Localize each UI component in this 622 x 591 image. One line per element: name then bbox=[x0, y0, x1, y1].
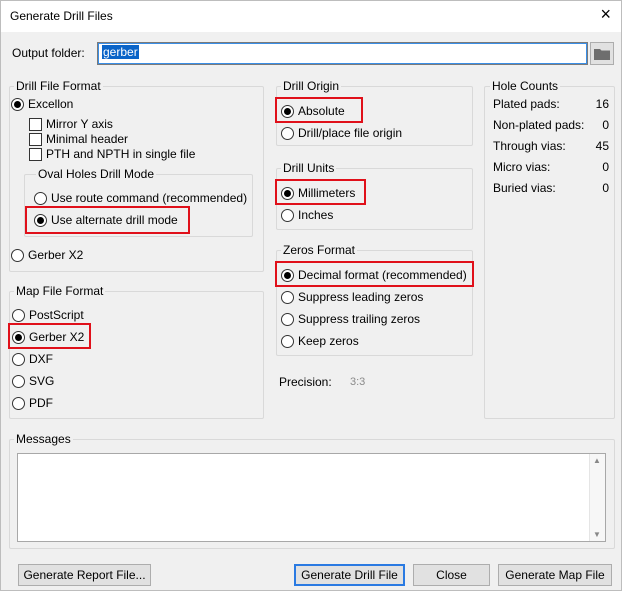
suppress-trailing-label: Suppress trailing zeros bbox=[298, 312, 421, 326]
drill-units-title: Drill Units bbox=[281, 161, 337, 175]
checkbox-box bbox=[29, 117, 42, 131]
annotation-highlight bbox=[25, 206, 190, 234]
radio-dot bbox=[12, 352, 25, 366]
messages-scrollbar[interactable]: ▲ ▼ bbox=[589, 454, 605, 541]
hole-count-row: Non-plated pads: 0 bbox=[493, 118, 609, 132]
map-file-format-title: Map File Format bbox=[14, 284, 106, 298]
radio-dot bbox=[281, 208, 294, 222]
gerber-x2-drill-label: Gerber X2 bbox=[28, 248, 84, 262]
hole-count-row: Through vias: 45 bbox=[493, 139, 609, 153]
generate-drill-files-dialog: Generate Drill Files × Output folder: ge… bbox=[0, 0, 622, 591]
hole-count-row: Micro vias: 0 bbox=[493, 160, 609, 174]
hole-count-row: Plated pads: 16 bbox=[493, 97, 609, 111]
mirror-y-checkbox[interactable]: Mirror Y axis bbox=[29, 117, 113, 131]
minimal-header-checkbox[interactable]: Minimal header bbox=[29, 132, 128, 146]
generate-drill-button[interactable]: Generate Drill File bbox=[294, 564, 405, 586]
radio-dot bbox=[11, 248, 24, 262]
map-dxf-label: DXF bbox=[29, 352, 53, 366]
place-origin-label: Drill/place file origin bbox=[298, 126, 403, 140]
hole-count-label: Plated pads: bbox=[493, 97, 560, 111]
hole-count-value: 0 bbox=[602, 181, 609, 195]
hole-count-value: 0 bbox=[602, 160, 609, 174]
radio-dot bbox=[11, 97, 24, 111]
title-bar: Generate Drill Files × bbox=[1, 1, 621, 32]
hole-count-row: Buried vias: 0 bbox=[493, 181, 609, 195]
annotation-highlight bbox=[8, 323, 91, 349]
scroll-up-icon[interactable]: ▲ bbox=[593, 456, 601, 465]
radio-dot bbox=[281, 312, 294, 326]
pth-npth-label: PTH and NPTH in single file bbox=[46, 147, 196, 161]
scroll-down-icon[interactable]: ▼ bbox=[593, 530, 601, 539]
hole-count-value: 0 bbox=[602, 118, 609, 132]
keep-zeros-label: Keep zeros bbox=[298, 334, 359, 348]
gerber-x2-drill-radio[interactable]: Gerber X2 bbox=[11, 248, 83, 262]
route-command-radio[interactable]: Use route command (recommended) bbox=[34, 191, 247, 205]
map-postscript-label: PostScript bbox=[29, 308, 84, 322]
inches-radio[interactable]: Inches bbox=[281, 208, 333, 222]
output-folder-value: gerber bbox=[102, 45, 139, 59]
close-button[interactable]: Close bbox=[413, 564, 490, 586]
radio-dot bbox=[12, 396, 25, 410]
map-svg-label: SVG bbox=[29, 374, 55, 388]
mirror-y-label: Mirror Y axis bbox=[46, 117, 113, 131]
annotation-highlight bbox=[275, 261, 474, 287]
oval-holes-title: Oval Holes Drill Mode bbox=[36, 167, 157, 181]
map-dxf-radio[interactable]: DXF bbox=[12, 352, 53, 366]
hole-count-value: 45 bbox=[595, 139, 609, 153]
checkbox-box bbox=[29, 147, 42, 161]
hole-counts-title: Hole Counts bbox=[490, 79, 561, 93]
radio-dot bbox=[281, 334, 294, 348]
radio-dot bbox=[281, 290, 294, 304]
folder-icon bbox=[594, 49, 610, 60]
drill-file-format-title: Drill File Format bbox=[14, 79, 103, 93]
close-icon[interactable]: × bbox=[600, 5, 611, 23]
hole-count-label: Through vias: bbox=[493, 139, 566, 153]
hole-count-value: 16 bbox=[595, 97, 609, 111]
place-origin-radio[interactable]: Drill/place file origin bbox=[281, 126, 402, 140]
hole-counts-group bbox=[484, 86, 615, 419]
output-folder-input[interactable]: gerber bbox=[97, 42, 588, 65]
generate-map-button[interactable]: Generate Map File bbox=[498, 564, 612, 586]
window-title: Generate Drill Files bbox=[10, 9, 113, 23]
map-postscript-radio[interactable]: PostScript bbox=[12, 308, 84, 322]
messages-textarea[interactable]: ▲ ▼ bbox=[17, 453, 606, 542]
hole-count-label: Non-plated pads: bbox=[493, 118, 585, 132]
map-pdf-radio[interactable]: PDF bbox=[12, 396, 53, 410]
suppress-trailing-radio[interactable]: Suppress trailing zeros bbox=[281, 312, 420, 326]
radio-dot bbox=[281, 126, 294, 140]
route-command-label: Use route command (recommended) bbox=[51, 191, 248, 205]
drill-origin-title: Drill Origin bbox=[281, 79, 342, 93]
annotation-highlight bbox=[275, 97, 363, 123]
inches-label: Inches bbox=[298, 208, 334, 222]
annotation-highlight bbox=[275, 179, 366, 205]
pth-npth-checkbox[interactable]: PTH and NPTH in single file bbox=[29, 147, 195, 161]
precision-value: 3:3 bbox=[350, 376, 366, 388]
suppress-leading-label: Suppress leading zeros bbox=[298, 290, 424, 304]
excellon-label: Excellon bbox=[28, 97, 74, 111]
suppress-leading-radio[interactable]: Suppress leading zeros bbox=[281, 290, 423, 304]
checkbox-box bbox=[29, 132, 42, 146]
zeros-format-title: Zeros Format bbox=[281, 243, 358, 257]
output-folder-label: Output folder: bbox=[12, 46, 85, 60]
generate-report-button[interactable]: Generate Report File... bbox=[18, 564, 151, 586]
map-pdf-label: PDF bbox=[29, 396, 53, 410]
hole-count-label: Micro vias: bbox=[493, 160, 551, 174]
keep-zeros-radio[interactable]: Keep zeros bbox=[281, 334, 359, 348]
precision-label: Precision: bbox=[279, 375, 332, 389]
browse-folder-button[interactable] bbox=[590, 42, 614, 65]
messages-title: Messages bbox=[14, 432, 73, 446]
radio-dot bbox=[12, 374, 25, 388]
radio-dot bbox=[34, 191, 47, 205]
map-svg-radio[interactable]: SVG bbox=[12, 374, 54, 388]
radio-dot bbox=[12, 308, 25, 322]
hole-count-label: Buried vias: bbox=[493, 181, 556, 195]
minimal-header-label: Minimal header bbox=[46, 132, 129, 146]
excellon-radio[interactable]: Excellon bbox=[11, 97, 73, 111]
